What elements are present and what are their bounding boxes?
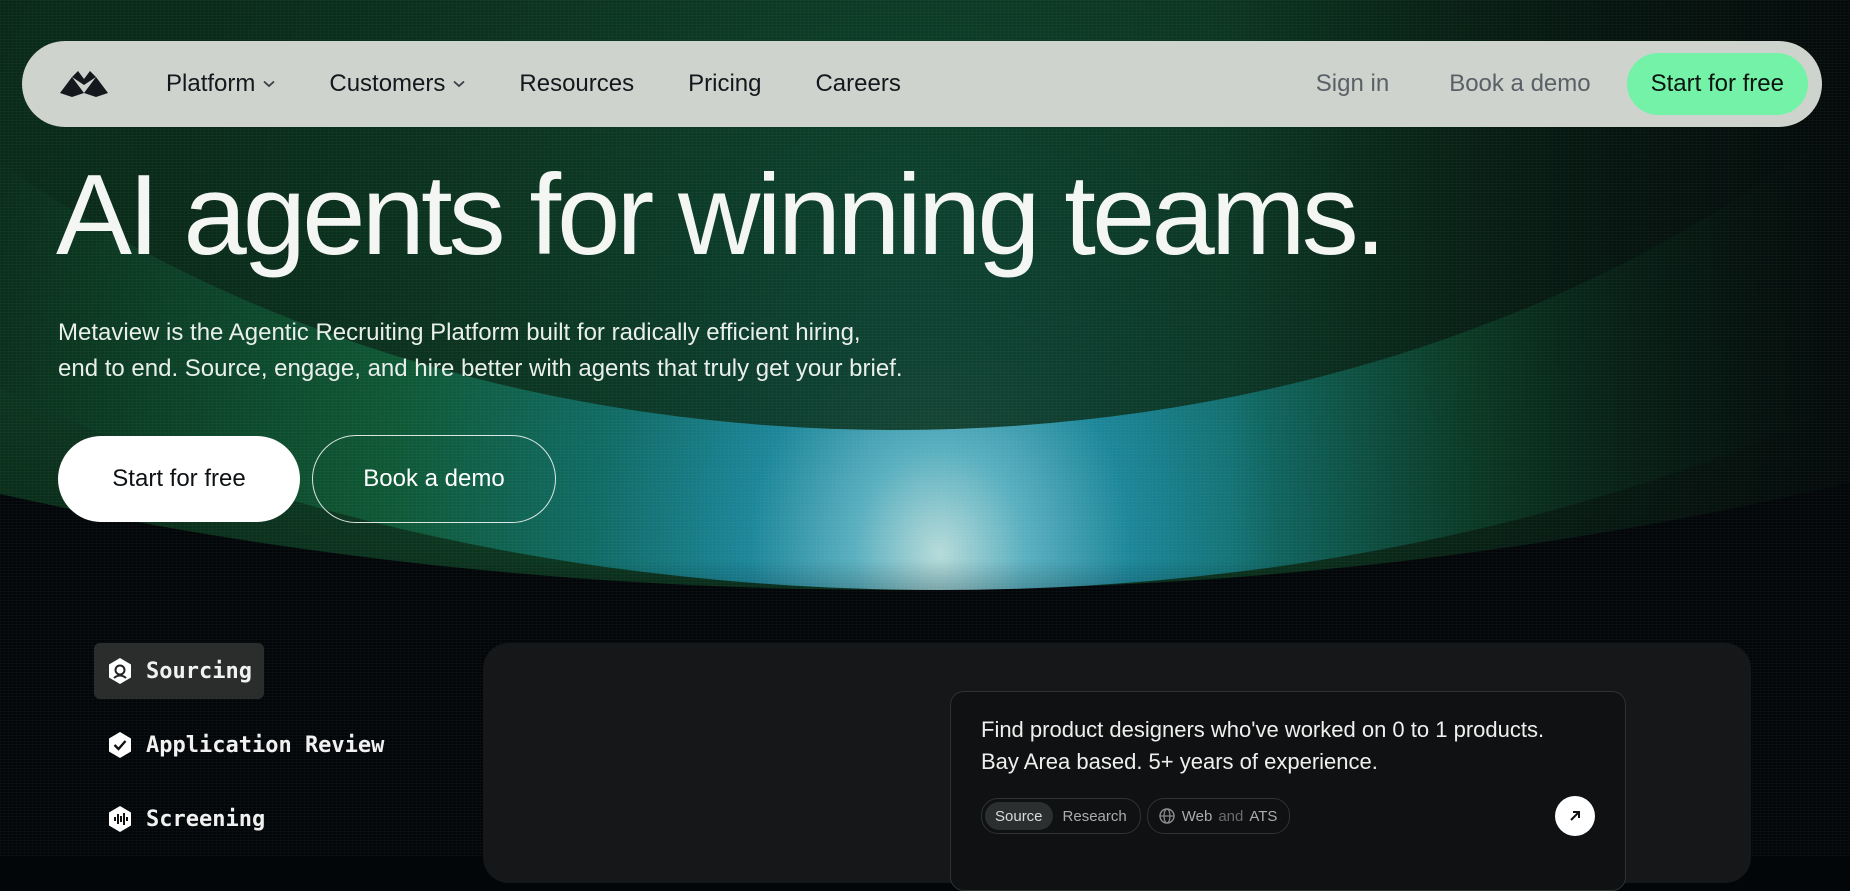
feature-tabs: Sourcing Application Review Screening	[94, 643, 396, 865]
prompt-line-2: Bay Area based. 5+ years of experience.	[981, 749, 1378, 774]
mode-source[interactable]: Source	[985, 802, 1053, 830]
hero-start-free-button[interactable]: Start for free	[58, 436, 300, 522]
globe-icon	[1159, 808, 1175, 824]
nav-resources[interactable]: Resources	[519, 70, 634, 98]
tab-sourcing[interactable]: Sourcing	[94, 643, 264, 699]
nav-careers-label: Careers	[815, 70, 901, 97]
audio-wave-icon	[106, 805, 134, 833]
tab-application-review-label: Application Review	[146, 732, 385, 758]
hero-subtitle: Metaview is the Agentic Recruiting Platf…	[58, 315, 1038, 387]
hero-book-demo-button[interactable]: Book a demo	[312, 435, 556, 523]
tab-sourcing-label: Sourcing	[146, 658, 252, 684]
nav-platform-label: Platform	[166, 70, 256, 97]
scope-web: Web	[1181, 807, 1213, 825]
prompt-text[interactable]: Find product designers who've worked on …	[981, 714, 1595, 778]
nav-pricing[interactable]: Pricing	[688, 70, 761, 98]
nav-pricing-label: Pricing	[688, 70, 762, 97]
metaview-logo-icon[interactable]	[58, 68, 110, 100]
nav-platform[interactable]: Platform	[166, 70, 275, 98]
send-button[interactable]	[1555, 796, 1595, 836]
hero-subtitle-line-1: Metaview is the Agentic Recruiting Platf…	[58, 319, 861, 346]
prompt-toolbar: Source Research Web and ATS	[981, 798, 1291, 834]
scope-ats: ATS	[1249, 807, 1278, 825]
nav-customers[interactable]: Customers	[329, 70, 465, 98]
top-navigation: Platform Customers Resources Pricing Car…	[22, 41, 1822, 127]
sourcing-icon	[106, 657, 134, 685]
sign-in-link[interactable]: Sign in	[1316, 70, 1389, 98]
tab-screening-label: Screening	[146, 806, 266, 832]
scope-and: and	[1218, 807, 1244, 825]
nav-careers[interactable]: Careers	[815, 70, 900, 98]
nav-book-demo-link[interactable]: Book a demo	[1449, 70, 1590, 98]
hero-title: AI agents for winning teams.	[56, 152, 1386, 279]
chevron-down-icon	[453, 80, 465, 88]
chevron-down-icon	[263, 80, 275, 88]
scope-chip[interactable]: Web and ATS	[1146, 798, 1291, 834]
nav-customers-label: Customers	[329, 70, 446, 97]
tab-application-review[interactable]: Application Review	[94, 717, 396, 773]
mode-toggle: Source Research	[981, 798, 1141, 834]
arrow-up-right-icon	[1570, 811, 1580, 821]
tab-screening[interactable]: Screening	[94, 791, 277, 847]
nav-resources-label: Resources	[519, 70, 635, 97]
hero-subtitle-line-2: end to end. Source, engage, and hire bet…	[58, 355, 903, 382]
nav-start-free-button[interactable]: Start for free	[1626, 53, 1808, 115]
mode-research[interactable]: Research	[1053, 802, 1137, 830]
prompt-line-1: Find product designers who've worked on …	[981, 717, 1545, 742]
check-badge-icon	[106, 731, 134, 759]
agent-prompt-card[interactable]: Find product designers who've worked on …	[950, 691, 1626, 891]
